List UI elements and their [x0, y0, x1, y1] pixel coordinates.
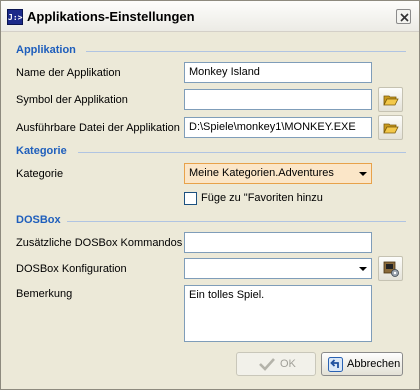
window-title: Applikations-Einstellungen: [27, 9, 195, 24]
close-icon: [400, 13, 409, 22]
section-divider: [67, 221, 406, 222]
section-title-dosbox: DOSBox: [16, 214, 61, 226]
section-divider: [86, 51, 406, 52]
dosbox-commands-input[interactable]: [184, 232, 372, 253]
section-title-application: Applikation: [16, 44, 76, 56]
settings-dialog: J:> Applikations-Einstellungen Applikati…: [0, 0, 420, 390]
check-icon: [259, 358, 275, 371]
title-bar: J:> Applikations-Einstellungen: [1, 1, 419, 32]
section-divider: [78, 152, 406, 153]
dosbox-config-icon: [383, 261, 399, 277]
chevron-down-icon: [359, 267, 367, 271]
category-label: Kategorie: [16, 168, 64, 180]
app-logo-icon: J:>: [7, 9, 23, 25]
folder-open-icon: [383, 95, 399, 106]
ok-button-label: OK: [280, 358, 296, 370]
cancel-button[interactable]: Abbrechen: [321, 352, 403, 376]
ok-button[interactable]: OK: [236, 352, 316, 376]
browse-exe-button[interactable]: [378, 115, 403, 140]
category-dropdown[interactable]: Meine Kategorien.Adventures: [184, 163, 372, 184]
dosbox-config-button[interactable]: [378, 256, 403, 281]
folder-open-icon: [383, 123, 399, 134]
chevron-down-icon: [359, 172, 367, 176]
favorites-checkbox[interactable]: [184, 192, 197, 205]
section-title-category: Kategorie: [16, 145, 67, 157]
app-exe-input[interactable]: D:\Spiele\monkey1\MONKEY.EXE: [184, 117, 372, 138]
remark-label: Bemerkung: [16, 288, 73, 300]
browse-symbol-button[interactable]: [378, 87, 403, 112]
cancel-button-label: Abbrechen: [347, 358, 401, 370]
dosbox-config-dropdown[interactable]: [184, 258, 372, 279]
app-symbol-label: Symbol der Applikation: [16, 94, 128, 106]
close-button[interactable]: [396, 9, 411, 24]
app-name-label: Name der Applikation: [16, 67, 121, 79]
favorites-label: Füge zu "Favoriten hinzu: [201, 192, 323, 204]
app-symbol-input[interactable]: [184, 89, 372, 110]
remark-textarea[interactable]: Ein tolles Spiel.: [184, 285, 372, 342]
dosbox-commands-label: Zusätzliche DOSBox Kommandos: [16, 237, 183, 249]
category-selected-value: Meine Kategorien.Adventures: [189, 167, 334, 179]
app-exe-label: Ausführbare Datei der Applikation: [16, 122, 180, 134]
dosbox-config-label: DOSBox Konfiguration: [16, 263, 127, 275]
undo-arrow-icon: [328, 357, 343, 372]
app-name-input[interactable]: Monkey Island: [184, 62, 372, 83]
